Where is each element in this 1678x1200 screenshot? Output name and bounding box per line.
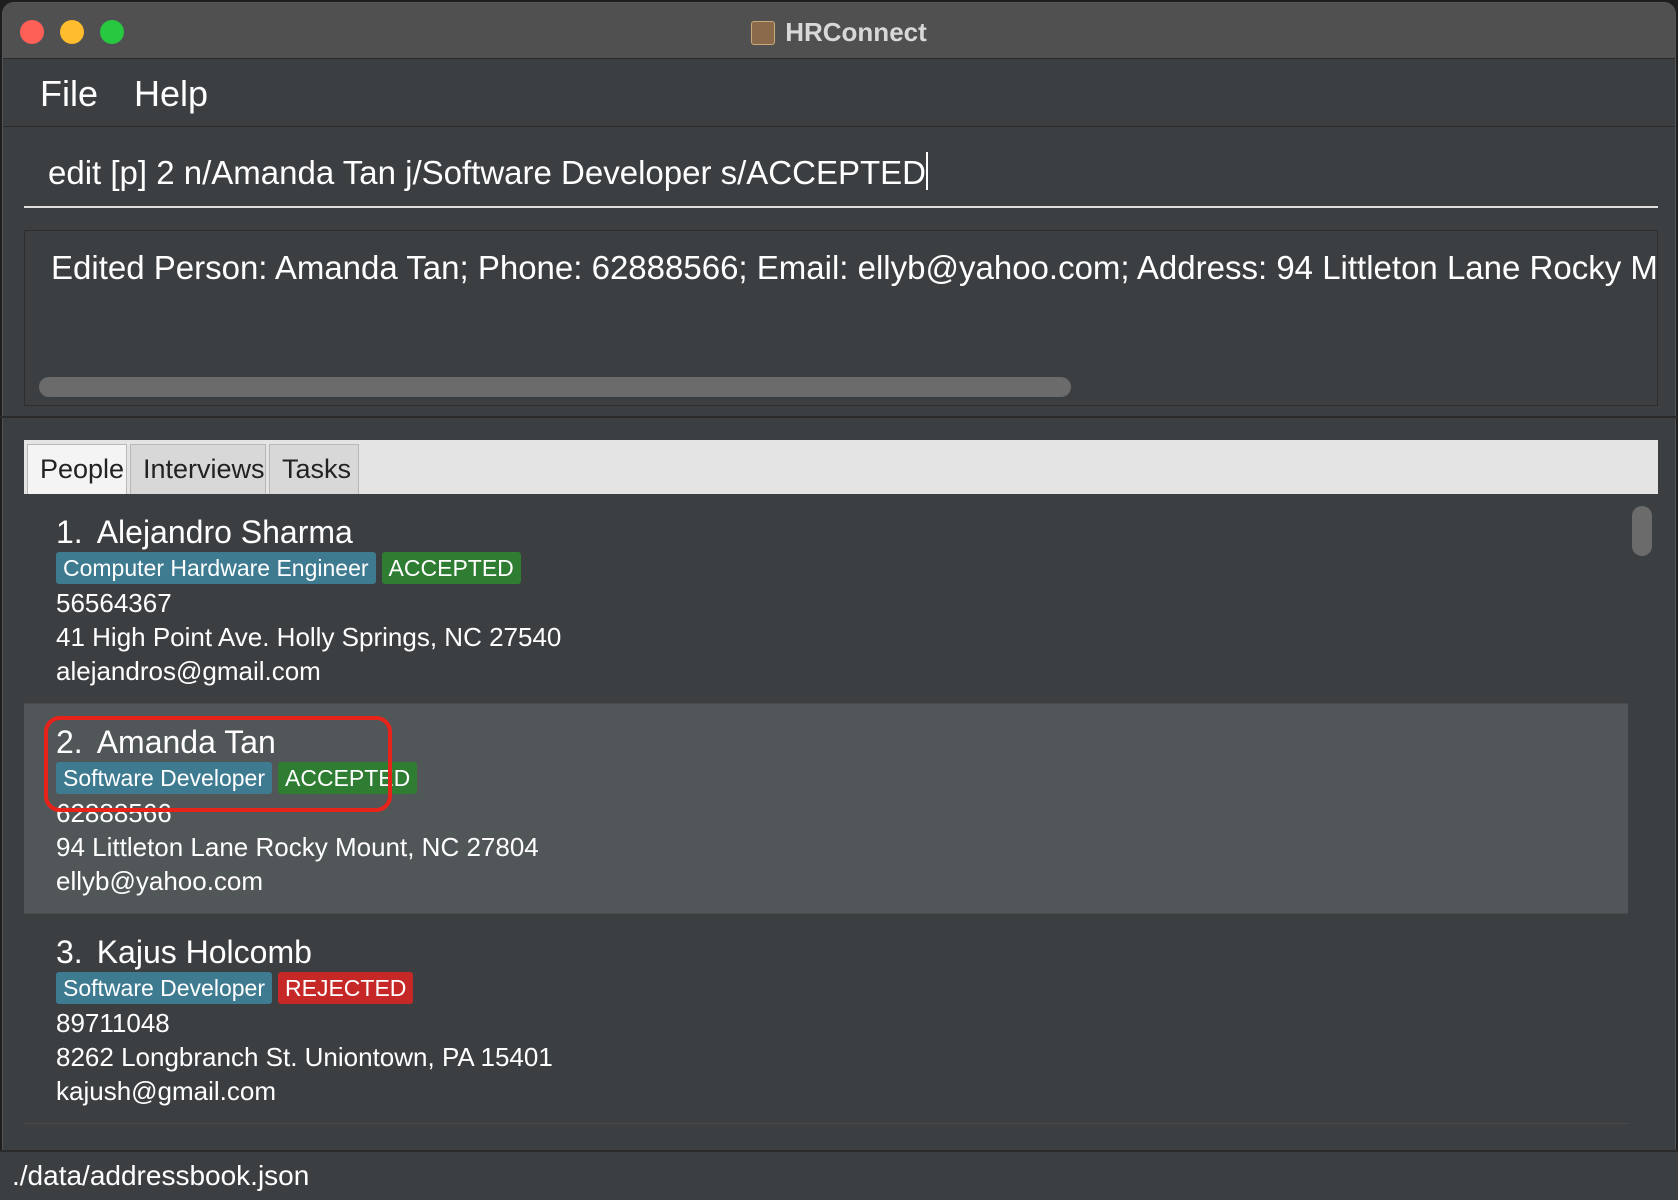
data-file-path: ./data/addressbook.json	[12, 1160, 310, 1191]
status-badge: ACCEPTED	[278, 762, 418, 794]
window-title: HRConnect	[3, 17, 1675, 48]
person-card-selected[interactable]: 2. Amanda Tan Software Developer ACCEPTED …	[24, 704, 1628, 914]
person-email: kajush@gmail.com	[56, 1076, 277, 1106]
job-tag: Computer Hardware Engineer	[56, 552, 376, 584]
menu-bar: File Help	[3, 59, 1675, 127]
horizontal-scrollbar[interactable]	[39, 377, 1071, 397]
job-tag: Software Developer	[56, 972, 272, 1004]
person-index: 1.	[56, 514, 83, 550]
text-caret	[925, 152, 928, 190]
tag-group: Computer Hardware Engineer ACCEPTED	[56, 552, 527, 584]
person-phone: 62888566	[56, 798, 172, 828]
person-name: 3. Kajus Holcomb	[56, 934, 312, 971]
command-box[interactable]: edit [p] 2 n/Amanda Tan j/Software Devel…	[24, 128, 1658, 208]
person-phone: 89711048	[56, 1008, 170, 1038]
person-index: 2.	[56, 724, 83, 760]
person-name: 1. Alejandro Sharma	[56, 514, 353, 551]
person-address: 94 Littleton Lane Rocky Mount, NC 27804	[56, 832, 539, 862]
person-name: 2. Amanda Tan	[56, 724, 276, 761]
person-card[interactable]: 3. Kajus Holcomb Software Developer REJECT…	[24, 914, 1628, 1124]
status-badge: REJECTED	[278, 972, 414, 1004]
person-list: 1. Alejandro Sharma Computer Hardware Eng…	[24, 494, 1658, 1130]
person-card[interactable]: 1. Alejandro Sharma Computer Hardware Eng…	[24, 494, 1628, 704]
tab-bar: People Interviews Tasks	[24, 440, 1658, 494]
window-title-text: HRConnect	[785, 17, 927, 47]
menu-help[interactable]: Help	[134, 73, 208, 115]
job-tag: Software Developer	[56, 762, 272, 794]
result-display: Edited Person: Amanda Tan; Phone: 628885…	[24, 230, 1658, 406]
person-name-text: Kajus Holcomb	[96, 934, 312, 970]
person-email: ellyb@yahoo.com	[56, 866, 264, 896]
status-badge: ACCEPTED	[381, 552, 521, 584]
command-input[interactable]: edit [p] 2 n/Amanda Tan j/Software Devel…	[48, 152, 928, 192]
person-name-text: Alejandro Sharma	[96, 514, 353, 550]
person-email: alejandros@gmail.com	[56, 656, 321, 686]
result-text: Edited Person: Amanda Tan; Phone: 628885…	[51, 249, 1658, 286]
person-address: 8262 Longbranch St. Uniontown, PA 15401	[56, 1042, 553, 1072]
person-name-text: Amanda Tan	[96, 724, 276, 760]
app-icon	[751, 21, 776, 45]
command-input-text: edit [p] 2 n/Amanda Tan j/Software Devel…	[48, 154, 926, 191]
tab-tasks[interactable]: Tasks	[269, 444, 359, 494]
tag-group: Software Developer REJECTED	[56, 972, 419, 1004]
title-bar: HRConnect	[3, 3, 1675, 59]
tab-people[interactable]: People	[27, 444, 127, 494]
tag-group: Software Developer ACCEPTED	[56, 762, 423, 794]
divider	[0, 416, 1678, 418]
person-index: 3.	[56, 934, 83, 970]
person-address: 41 High Point Ave. Holly Springs, NC 275…	[56, 622, 562, 652]
tab-interviews[interactable]: Interviews	[130, 444, 266, 494]
vertical-scrollbar-thumb[interactable]	[1632, 506, 1652, 556]
vertical-scrollbar-track[interactable]	[1628, 494, 1658, 1130]
menu-file[interactable]: File	[40, 73, 98, 115]
person-phone: 56564367	[56, 588, 172, 618]
status-bar: ./data/addressbook.json	[0, 1150, 1678, 1200]
